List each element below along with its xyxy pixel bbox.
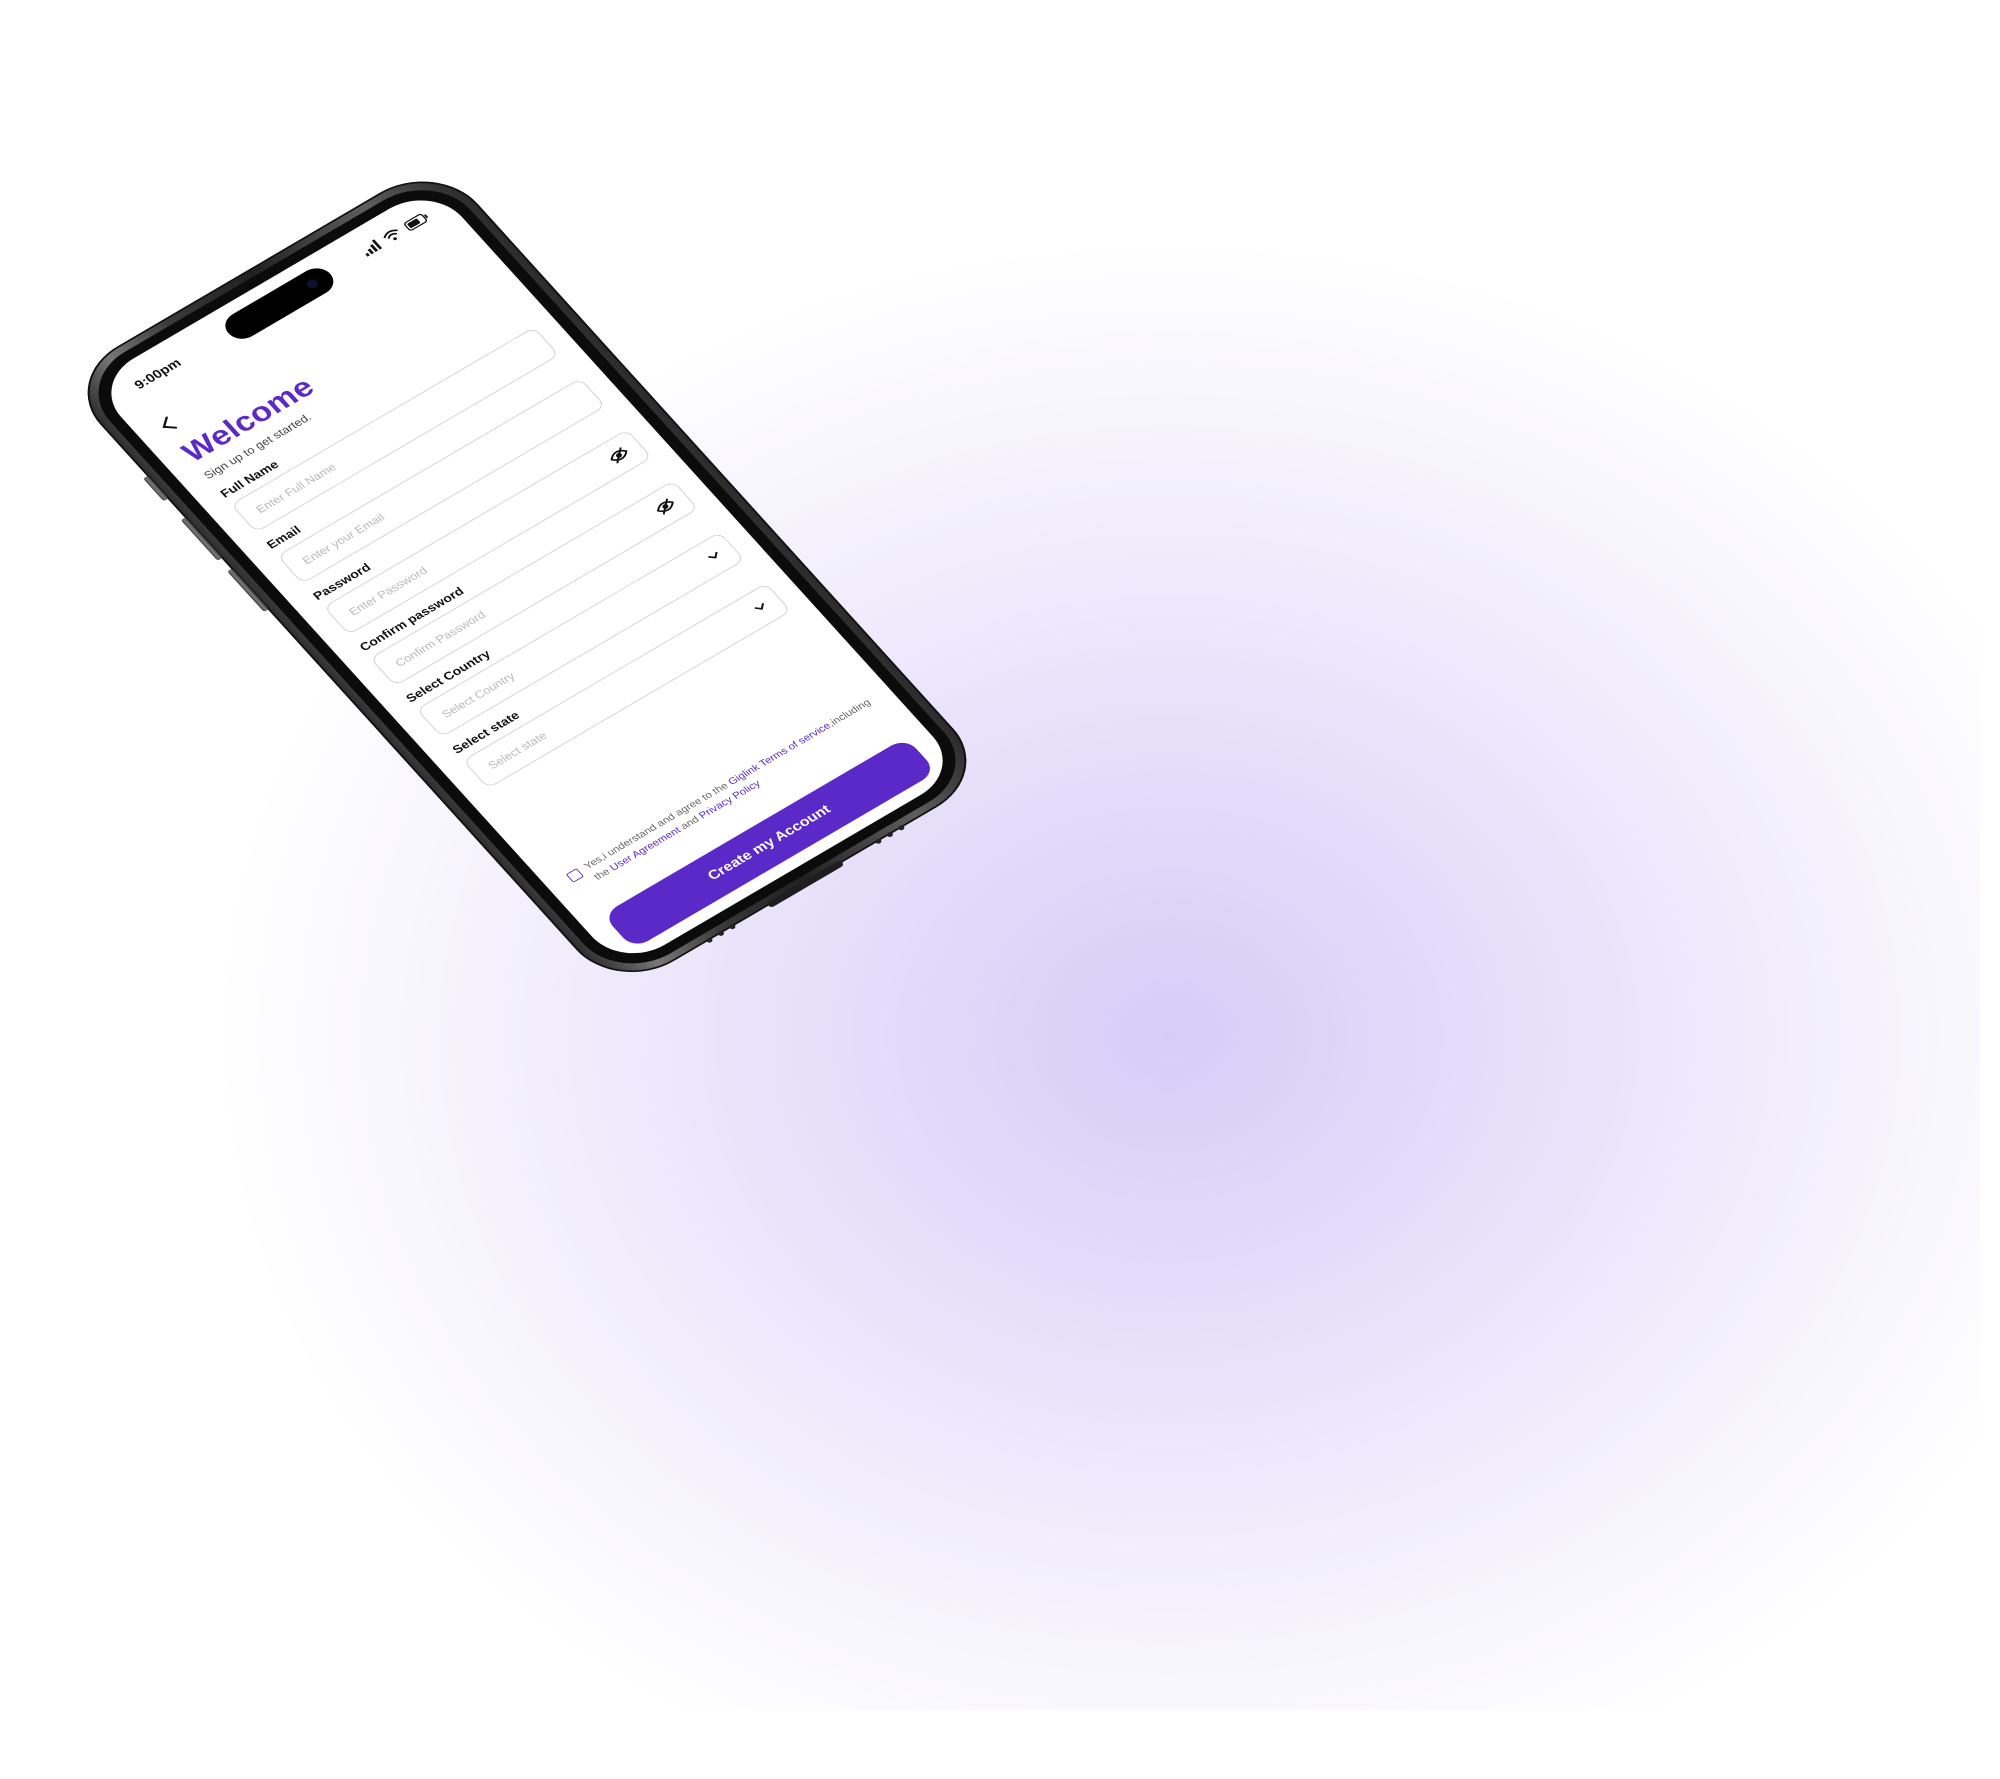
terms-of-service-link[interactable]: Giglink Terms of service [726,721,833,787]
chevron-left-icon [162,416,178,429]
battery-icon [403,213,428,231]
back-button[interactable] [156,414,184,438]
terms-checkbox[interactable] [565,868,584,883]
front-camera [304,277,320,290]
chevron-down-icon [754,603,765,610]
eye-off-icon[interactable] [606,445,632,465]
eye-off-icon[interactable] [653,497,679,517]
phone-device: 9:00pm Welcome Sign up to get started. F… [60,159,994,995]
wifi-icon [383,229,398,241]
signal-icon [365,239,383,257]
chevron-down-icon [708,551,718,559]
status-time: 9:00pm [131,356,185,393]
